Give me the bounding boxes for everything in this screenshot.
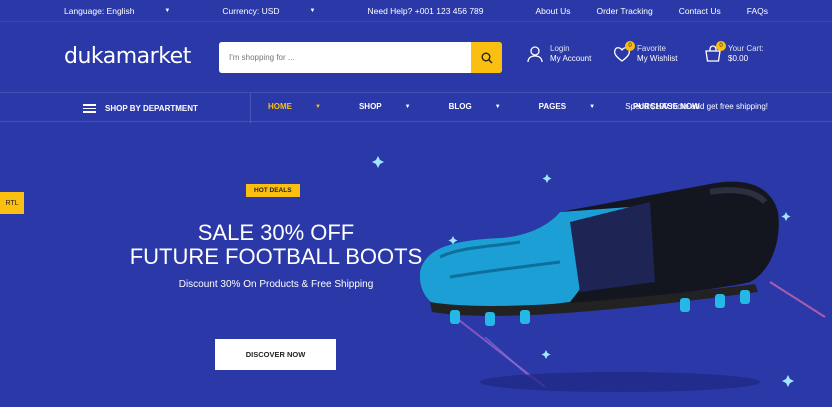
logo[interactable]: dukamarket (64, 44, 191, 69)
account-label: My Account (550, 54, 592, 63)
heart-icon: 0 (613, 41, 635, 63)
link-faqs[interactable]: FAQs (747, 6, 768, 16)
free-shipping-promo: Spend $120 more and get free shipping! (625, 102, 768, 111)
wishlist-label: My Wishlist (637, 54, 678, 63)
cart-label: Your Cart: (728, 44, 764, 53)
favorite-label: Favorite (637, 44, 666, 53)
football-boot-image (419, 181, 779, 326)
cart-icon: 0 (704, 41, 726, 63)
chevron-down-icon: ▼ (315, 103, 321, 110)
chevron-down-icon: ▼ (589, 103, 596, 110)
nav-blog-label: BLOG (448, 102, 472, 111)
search-icon (481, 52, 492, 63)
cart-link[interactable]: 0 Your Cart: $0.00 (704, 41, 764, 64)
main-navigation: SHOP BY DEPARTMENT HOME ▼ SHOP ▼ BLOG ▼ PAG… (0, 92, 832, 123)
help-phone: Need Help? +001 123 456 789 (367, 6, 484, 16)
nav-divider (250, 93, 251, 123)
link-contact-us[interactable]: Contact Us (679, 6, 721, 16)
shop-by-department-button[interactable]: SHOP BY DEPARTMENT (83, 102, 198, 115)
account-link[interactable]: Login My Account (526, 44, 591, 64)
currency-select[interactable]: Currency: USD ▼ (222, 6, 341, 16)
nav-pages-label: PAGES (538, 102, 567, 111)
chevron-down-icon: ▼ (309, 8, 316, 14)
language-select[interactable]: Language: English ▼ (64, 6, 196, 16)
header: dukamarket LoginMy Account 0 FavoriteMy … (0, 22, 832, 92)
nav-pages[interactable]: PAGES ▼ (539, 102, 614, 111)
language-label: Language: English (64, 6, 135, 16)
hot-deals-badge: HOT DEALS (246, 184, 300, 197)
login-label: Login (550, 44, 570, 53)
chevron-down-icon: ▼ (494, 103, 501, 110)
user-icon (526, 45, 544, 63)
cart-count-badge: 0 (716, 41, 726, 51)
department-label: SHOP BY DEPARTMENT (105, 103, 198, 113)
currency-label: Currency: USD (222, 6, 280, 16)
nav-blog[interactable]: BLOG ▼ (449, 102, 520, 111)
search-bar (219, 42, 502, 73)
nav-home[interactable]: HOME ▼ (268, 102, 340, 111)
chevron-down-icon: ▼ (404, 103, 411, 110)
nav-shop-label: SHOP (358, 102, 382, 111)
discover-now-button[interactable]: DISCOVER NOW (215, 339, 336, 370)
chevron-down-icon: ▼ (164, 8, 171, 14)
hero-banner: RTL HOT DEALS SALE 30% OFF FUTURE FOOTBA… (0, 122, 832, 407)
cart-total: $0.00 (728, 54, 749, 63)
wishlist-count-badge: 0 (625, 41, 635, 51)
rtl-toggle[interactable]: RTL (0, 192, 24, 214)
nav-home-label: HOME (268, 102, 292, 111)
hamburger-icon (83, 102, 96, 115)
top-bar: Language: English ▼ Currency: USD ▼ Need H… (0, 0, 832, 22)
search-input[interactable] (219, 42, 471, 73)
link-about-us[interactable]: About Us (536, 6, 571, 16)
search-button[interactable] (471, 42, 502, 73)
wishlist-link[interactable]: 0 Favorite My Wishlist (613, 41, 678, 64)
nav-shop[interactable]: SHOP ▼ (359, 102, 430, 111)
link-order-tracking[interactable]: Order Tracking (596, 6, 652, 16)
